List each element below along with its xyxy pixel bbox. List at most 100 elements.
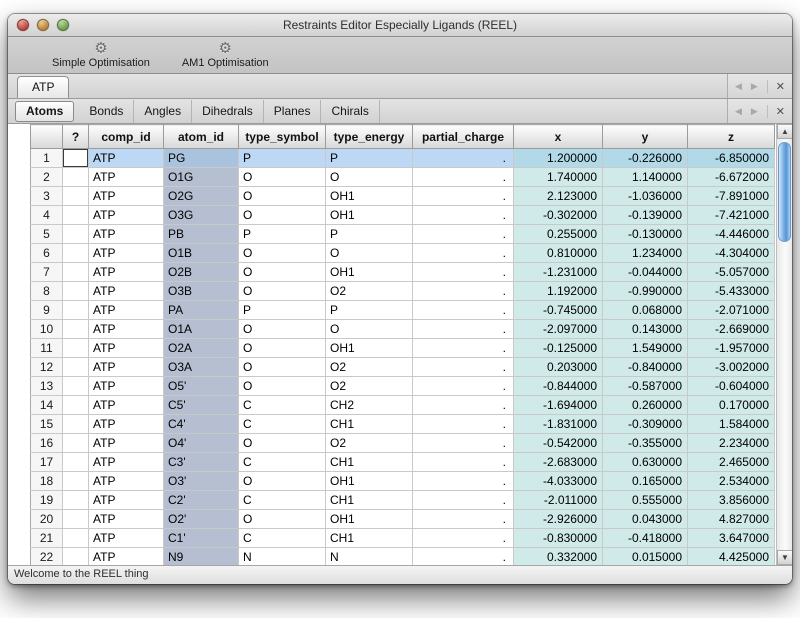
x-cell[interactable]: -0.302000 — [514, 206, 603, 225]
title-bar[interactable]: Restraints Editor Especially Ligands (RE… — [8, 14, 792, 37]
partial-charge-cell[interactable]: . — [413, 244, 514, 263]
type-energy-cell[interactable]: OH1 — [326, 206, 413, 225]
flag-cell[interactable] — [63, 168, 89, 187]
z-cell[interactable]: -1.957000 — [688, 339, 775, 358]
row-number[interactable]: 4 — [31, 206, 63, 225]
type-energy-cell[interactable]: P — [326, 301, 413, 320]
atom-id-cell[interactable]: O1B — [164, 244, 239, 263]
x-cell[interactable]: -2.097000 — [514, 320, 603, 339]
comp-id-cell[interactable]: ATP — [89, 453, 164, 472]
sheet-scroll-right-icon[interactable]: ▶ — [751, 106, 758, 117]
z-cell[interactable]: 1.584000 — [688, 415, 775, 434]
y-cell[interactable]: 1.549000 — [603, 339, 688, 358]
z-cell[interactable]: -4.304000 — [688, 244, 775, 263]
row-number[interactable]: 21 — [31, 529, 63, 548]
comp-id-cell[interactable]: ATP — [89, 168, 164, 187]
flag-cell[interactable] — [63, 149, 89, 168]
type-energy-cell[interactable]: CH1 — [326, 529, 413, 548]
type-symbol-cell[interactable]: C — [239, 453, 326, 472]
comp-id-cell[interactable]: ATP — [89, 548, 164, 566]
z-cell[interactable]: 4.425000 — [688, 548, 775, 566]
z-cell[interactable]: 2.465000 — [688, 453, 775, 472]
type-energy-cell[interactable]: CH2 — [326, 396, 413, 415]
partial-charge-cell[interactable]: . — [413, 415, 514, 434]
x-cell[interactable]: -1.831000 — [514, 415, 603, 434]
z-cell[interactable]: -2.669000 — [688, 320, 775, 339]
y-cell[interactable]: -0.309000 — [603, 415, 688, 434]
column-header-type-symbol[interactable]: type_symbol — [239, 125, 326, 149]
type-energy-cell[interactable]: O2 — [326, 377, 413, 396]
vertical-scrollbar[interactable]: ▲ ▼ — [776, 124, 792, 565]
scrollbar-thumb[interactable] — [778, 142, 791, 242]
column-header-atom-id[interactable]: atom_id — [164, 125, 239, 149]
x-cell[interactable]: -0.844000 — [514, 377, 603, 396]
atom-id-cell[interactable]: O3' — [164, 472, 239, 491]
atom-id-cell[interactable]: O1A — [164, 320, 239, 339]
x-cell[interactable]: -1.694000 — [514, 396, 603, 415]
row-number[interactable]: 10 — [31, 320, 63, 339]
tab-atoms[interactable]: Atoms — [15, 101, 74, 122]
type-energy-cell[interactable]: O2 — [326, 358, 413, 377]
row-number[interactable]: 17 — [31, 453, 63, 472]
sheet-close-icon[interactable]: ✕ — [767, 105, 785, 118]
partial-charge-cell[interactable]: . — [413, 225, 514, 244]
partial-charge-cell[interactable]: . — [413, 301, 514, 320]
tab-atp[interactable]: ATP — [17, 76, 69, 98]
flag-cell[interactable] — [63, 453, 89, 472]
x-cell[interactable]: 0.332000 — [514, 548, 603, 566]
atom-id-cell[interactable]: O4' — [164, 434, 239, 453]
comp-id-cell[interactable]: ATP — [89, 529, 164, 548]
flag-cell[interactable] — [63, 529, 89, 548]
type-energy-cell[interactable]: P — [326, 149, 413, 168]
atom-id-cell[interactable]: C5' — [164, 396, 239, 415]
x-cell[interactable]: -2.683000 — [514, 453, 603, 472]
atom-id-cell[interactable]: O2A — [164, 339, 239, 358]
type-energy-cell[interactable]: CH1 — [326, 491, 413, 510]
z-cell[interactable]: 2.234000 — [688, 434, 775, 453]
flag-cell[interactable] — [63, 548, 89, 566]
partial-charge-cell[interactable]: . — [413, 396, 514, 415]
close-window-button[interactable] — [17, 19, 29, 31]
x-cell[interactable]: -4.033000 — [514, 472, 603, 491]
type-symbol-cell[interactable]: O — [239, 244, 326, 263]
atom-id-cell[interactable]: O2G — [164, 187, 239, 206]
comp-id-cell[interactable]: ATP — [89, 510, 164, 529]
y-cell[interactable]: -0.226000 — [603, 149, 688, 168]
y-cell[interactable]: -1.036000 — [603, 187, 688, 206]
flag-cell[interactable] — [63, 244, 89, 263]
type-energy-cell[interactable]: OH1 — [326, 187, 413, 206]
row-number[interactable]: 20 — [31, 510, 63, 529]
comp-id-cell[interactable]: ATP — [89, 187, 164, 206]
comp-id-cell[interactable]: ATP — [89, 472, 164, 491]
partial-charge-cell[interactable]: . — [413, 320, 514, 339]
comp-id-cell[interactable]: ATP — [89, 377, 164, 396]
atom-id-cell[interactable]: O3B — [164, 282, 239, 301]
z-cell[interactable]: 2.534000 — [688, 472, 775, 491]
flag-cell[interactable] — [63, 377, 89, 396]
type-energy-cell[interactable]: CH1 — [326, 453, 413, 472]
z-cell[interactable]: -6.672000 — [688, 168, 775, 187]
y-cell[interactable]: -0.044000 — [603, 263, 688, 282]
comp-id-cell[interactable]: ATP — [89, 491, 164, 510]
partial-charge-cell[interactable]: . — [413, 491, 514, 510]
type-symbol-cell[interactable]: O — [239, 472, 326, 491]
atom-id-cell[interactable]: N9 — [164, 548, 239, 566]
comp-id-cell[interactable]: ATP — [89, 225, 164, 244]
type-energy-cell[interactable]: O2 — [326, 434, 413, 453]
atom-id-cell[interactable]: C3' — [164, 453, 239, 472]
x-cell[interactable]: 1.740000 — [514, 168, 603, 187]
am1-optimisation-button[interactable]: ⚙ AM1 Optimisation — [176, 37, 275, 73]
partial-charge-cell[interactable]: . — [413, 282, 514, 301]
flag-cell[interactable] — [63, 225, 89, 244]
comp-id-cell[interactable]: ATP — [89, 206, 164, 225]
partial-charge-cell[interactable]: . — [413, 149, 514, 168]
type-symbol-cell[interactable]: O — [239, 510, 326, 529]
atom-id-cell[interactable]: PG — [164, 149, 239, 168]
x-cell[interactable]: 1.192000 — [514, 282, 603, 301]
y-cell[interactable]: 1.140000 — [603, 168, 688, 187]
partial-charge-cell[interactable]: . — [413, 187, 514, 206]
y-cell[interactable]: 0.143000 — [603, 320, 688, 339]
z-cell[interactable]: 3.647000 — [688, 529, 775, 548]
row-number[interactable]: 13 — [31, 377, 63, 396]
partial-charge-cell[interactable]: . — [413, 263, 514, 282]
